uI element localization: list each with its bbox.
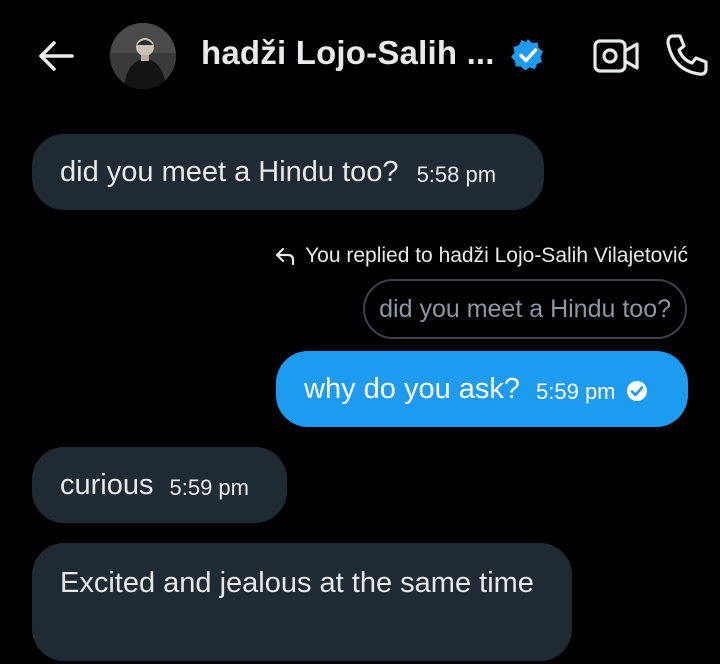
message-time: 5:59 pm — [169, 475, 250, 500]
message-text: curious — [60, 468, 154, 501]
chat-header: hadži Lojo-Salih ... — [0, 0, 720, 112]
back-arrow-icon — [39, 41, 74, 71]
profile-photo — [110, 23, 176, 89]
incoming-message[interactable]: curious 5:59 pm — [32, 447, 287, 523]
incoming-message[interactable]: Excited and jealous at the same time — [32, 543, 572, 661]
contact-name[interactable]: hadži Lojo-Salih ... — [201, 34, 495, 72]
video-call-button[interactable] — [592, 36, 640, 76]
message-time: 5:59 pm — [536, 379, 616, 404]
message-time: 5:58 pm — [416, 162, 497, 187]
quoted-message[interactable]: did you meet a Hindu too? — [363, 279, 687, 339]
avatar[interactable] — [110, 23, 176, 89]
reply-icon — [275, 247, 295, 266]
phone-icon — [666, 34, 708, 76]
video-call-icon — [593, 39, 639, 73]
read-receipt-icon — [626, 381, 647, 401]
outgoing-message[interactable]: why do you ask? 5:59 pm — [276, 351, 688, 427]
message-text: did you meet a Hindu too? — [60, 155, 399, 188]
back-button[interactable] — [34, 34, 78, 78]
reply-label: You replied to hadži Lojo-Salih Vilajeto… — [305, 244, 688, 267]
reply-context: You replied to hadži Lojo-Salih Vilajeto… — [273, 244, 688, 268]
message-text: Excited and jealous at the same time — [60, 567, 534, 599]
phone-call-button[interactable] — [664, 32, 710, 78]
verified-badge-icon — [511, 39, 543, 71]
incoming-message[interactable]: did you meet a Hindu too? 5:58 pm — [32, 134, 544, 210]
message-text: why do you ask? — [304, 372, 521, 405]
